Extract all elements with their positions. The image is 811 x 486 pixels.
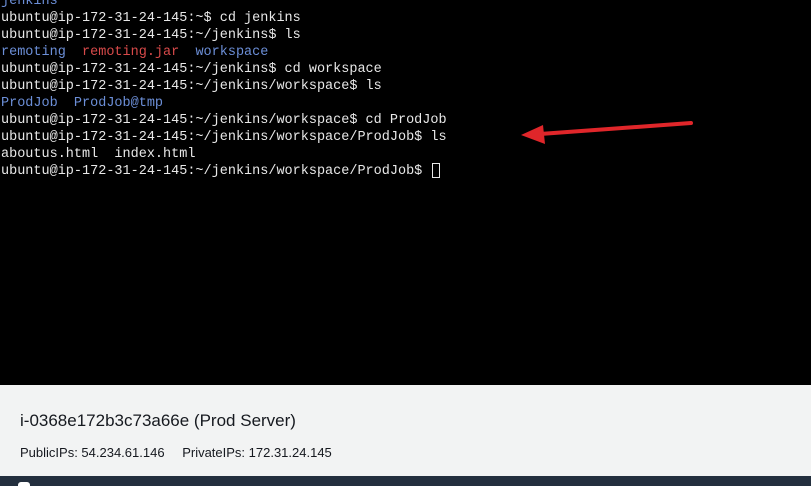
ssh-session-screen: jenkins ubuntu@ip-172-31-24-145:~$ cd jen…	[0, 0, 811, 486]
terminal-text: ubuntu@ip-172-31-24-145:~/jenkins$ cd wo…	[1, 62, 382, 77]
terminal-text: ubuntu@ip-172-31-24-145:~/jenkins$ ls	[1, 28, 301, 43]
directory-entry: remoting	[1, 45, 66, 60]
terminal-line: ubuntu@ip-172-31-24-145:~/jenkins$ cd wo…	[1, 61, 447, 78]
terminal-line: ProdJob ProdJob@tmp	[1, 95, 447, 112]
terminal-line: ubuntu@ip-172-31-24-145:~/jenkins/worksp…	[1, 129, 447, 146]
directory-entry: jenkins	[1, 0, 58, 9]
terminal-text: ubuntu@ip-172-31-24-145:~$ cd jenkins	[1, 11, 301, 26]
executable-entry: remoting.jar	[82, 45, 180, 60]
private-ips: PrivateIPs: 172.31.24.145	[182, 445, 332, 460]
terminal-text: ubuntu@ip-172-31-24-145:~/jenkins/worksp…	[1, 113, 447, 128]
directory-entry: ProdJob@tmp	[73, 96, 164, 111]
terminal-output: jenkins ubuntu@ip-172-31-24-145:~$ cd jen…	[1, 0, 447, 180]
terminal-window[interactable]: jenkins ubuntu@ip-172-31-24-145:~$ cd jen…	[0, 0, 811, 385]
terminal-line: remoting remoting.jar workspace	[1, 44, 447, 61]
instance-ip-row: PublicIPs: 54.234.61.146 PrivateIPs: 172…	[20, 445, 346, 460]
terminal-text: ubuntu@ip-172-31-24-145:~/jenkins/worksp…	[1, 130, 447, 145]
terminal-line: aboutus.html index.html	[1, 146, 447, 163]
terminal-line: ubuntu@ip-172-31-24-145:~/jenkins/worksp…	[1, 78, 447, 95]
directory-entry: workspace	[195, 45, 269, 60]
instance-title: i-0368e172b3c73a66e (Prod Server)	[20, 411, 296, 430]
bottom-toolbar	[0, 476, 811, 486]
public-ips: PublicIPs: 54.234.61.146	[20, 445, 165, 460]
instance-info-panel: i-0368e172b3c73a66e (Prod Server) Public…	[0, 385, 811, 476]
terminal-text: aboutus.html index.html	[1, 147, 196, 162]
terminal-text: ubuntu@ip-172-31-24-145:~/jenkins/worksp…	[1, 164, 431, 179]
terminal-line: jenkins	[1, 0, 447, 10]
terminal-line: ubuntu@ip-172-31-24-145:~$ cd jenkins	[1, 10, 447, 27]
terminal-line: ubuntu@ip-172-31-24-145:~/jenkins/worksp…	[1, 112, 447, 129]
terminal-line: ubuntu@ip-172-31-24-145:~/jenkins$ ls	[1, 27, 447, 44]
terminal-cursor	[432, 163, 441, 178]
directory-entry: ProdJob	[1, 96, 58, 111]
toolbar-handle[interactable]	[18, 482, 30, 486]
terminal-text: ubuntu@ip-172-31-24-145:~/jenkins/worksp…	[1, 79, 382, 94]
terminal-line: ubuntu@ip-172-31-24-145:~/jenkins/worksp…	[1, 163, 447, 180]
